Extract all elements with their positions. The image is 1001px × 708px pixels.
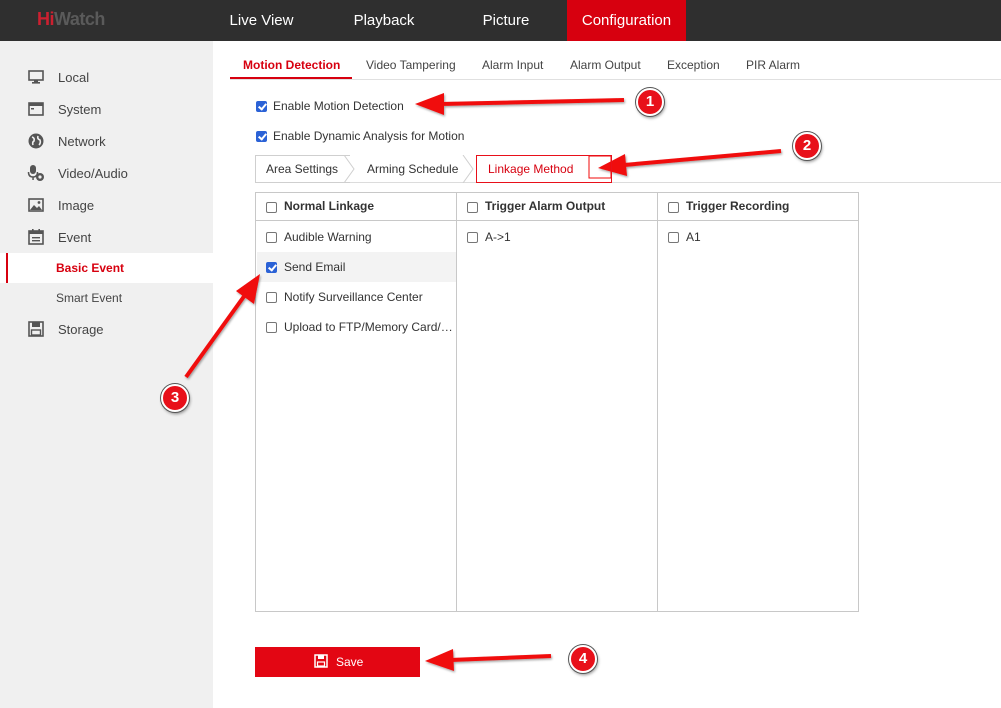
sidebar-subitem-label: Basic Event <box>56 261 125 275</box>
image-icon <box>28 198 44 212</box>
hiwatch-logo: HiWatch <box>37 9 105 30</box>
send-email-checkbox[interactable] <box>266 262 277 273</box>
enable-motion-label: Enable Motion Detection <box>273 99 404 113</box>
nav-picture[interactable]: Picture <box>445 0 567 41</box>
sidebar-subitem-label: Smart Event <box>56 291 123 305</box>
linkage-method-highlight-box <box>476 155 612 183</box>
audible-warning-checkbox[interactable] <box>266 232 277 243</box>
floppy-icon <box>28 321 44 337</box>
step-divider <box>343 155 355 183</box>
top-bar: HiWatch Live View Playback Picture Confi… <box>0 0 1001 41</box>
column-divider <box>657 193 658 611</box>
sidebar-item-label: Network <box>58 133 106 149</box>
floppy-icon <box>314 654 328 668</box>
tab-arming-schedule[interactable]: Arming Schedule <box>367 155 458 183</box>
upload-ftp-checkbox[interactable] <box>266 322 277 333</box>
sidebar-item-event[interactable]: Event <box>0 222 213 252</box>
sidebar-item-label: Event <box>58 229 92 245</box>
enable-dynamic-checkbox[interactable] <box>256 131 267 142</box>
sidebar-item-local[interactable]: Local <box>0 62 213 92</box>
column-header: Trigger Recording <box>686 199 790 213</box>
nav-playback[interactable]: Playback <box>323 0 445 41</box>
microphone-icon <box>27 165 44 181</box>
active-tab-underline <box>230 77 352 79</box>
tab-video-tampering[interactable]: Video Tampering <box>366 58 456 72</box>
enable-dynamic-label: Enable Dynamic Analysis for Motion <box>273 129 465 143</box>
enable-motion-checkbox[interactable] <box>256 101 267 112</box>
logo-hi: Hi <box>37 9 55 29</box>
config-steps: Area Settings Arming Schedule Linkage Me… <box>255 155 1001 183</box>
tab-exception[interactable]: Exception <box>667 58 720 72</box>
sidebar-item-system[interactable]: System <box>0 94 213 124</box>
column-header: Normal Linkage <box>284 199 375 213</box>
sidebar-item-label: Local <box>58 69 90 85</box>
sidebar-item-label: Video/Audio <box>58 165 128 181</box>
sidebar-item-label: System <box>58 101 102 117</box>
main-nav: Live View Playback Picture Configuration <box>200 0 686 41</box>
list-item: Audible Warning <box>284 230 372 244</box>
arrow-4 <box>425 649 552 671</box>
linkage-table: Normal Linkage Trigger Alarm Output Trig… <box>255 192 859 612</box>
annotation-badge-4: 4 <box>569 645 597 673</box>
recording-a1-checkbox[interactable] <box>668 232 679 243</box>
save-label: Save <box>336 655 364 669</box>
arrow-1 <box>415 93 625 115</box>
globe-icon <box>28 133 44 149</box>
list-item: Notify Surveillance Center <box>284 290 423 304</box>
sidebar-item-smart-event[interactable]: Smart Event <box>0 283 213 313</box>
tab-pir-alarm[interactable]: PIR Alarm <box>746 58 800 72</box>
window-icon <box>28 102 44 116</box>
monitor-icon <box>28 70 44 84</box>
notify-center-checkbox[interactable] <box>266 292 277 303</box>
sidebar-item-network[interactable]: Network <box>0 126 213 156</box>
tab-alarm-output[interactable]: Alarm Output <box>570 58 641 72</box>
tab-motion-detection[interactable]: Motion Detection <box>243 58 340 72</box>
column-divider <box>456 193 457 611</box>
alarm-output-a1-checkbox[interactable] <box>467 232 478 243</box>
trigger-alarm-output-all-checkbox[interactable] <box>467 202 478 213</box>
sidebar: Local System Network Video/Audio Image E… <box>0 41 213 708</box>
list-item: A1 <box>686 230 701 244</box>
nav-live-view[interactable]: Live View <box>200 0 323 41</box>
header-divider <box>256 220 858 221</box>
column-header: Trigger Alarm Output <box>485 199 606 213</box>
tab-area-settings[interactable]: Area Settings <box>266 155 338 183</box>
sidebar-item-basic-event[interactable]: Basic Event <box>0 253 213 283</box>
sidebar-item-label: Image <box>58 197 95 213</box>
list-item: Send Email <box>284 260 346 274</box>
normal-linkage-all-checkbox[interactable] <box>266 202 277 213</box>
list-item: A->1 <box>485 230 511 244</box>
step-divider <box>462 155 474 183</box>
tab-alarm-input[interactable]: Alarm Input <box>482 58 543 72</box>
sidebar-item-image[interactable]: Image <box>0 190 213 220</box>
annotation-badge-3: 3 <box>161 384 189 412</box>
sidebar-item-video-audio[interactable]: Video/Audio <box>0 158 213 188</box>
event-subtabs: Motion Detection Video Tampering Alarm I… <box>230 50 1001 80</box>
sidebar-item-storage[interactable]: Storage <box>0 314 213 344</box>
annotation-badge-2: 2 <box>793 132 821 160</box>
logo-rest: Watch <box>54 9 105 29</box>
annotation-badge-1: 1 <box>636 88 664 116</box>
trigger-recording-all-checkbox[interactable] <box>668 202 679 213</box>
save-button[interactable]: Save <box>255 647 420 677</box>
calendar-icon <box>28 229 44 245</box>
nav-configuration[interactable]: Configuration <box>567 0 686 41</box>
list-item: Upload to FTP/Memory Card/… <box>284 320 453 334</box>
sidebar-item-label: Storage <box>58 321 104 337</box>
